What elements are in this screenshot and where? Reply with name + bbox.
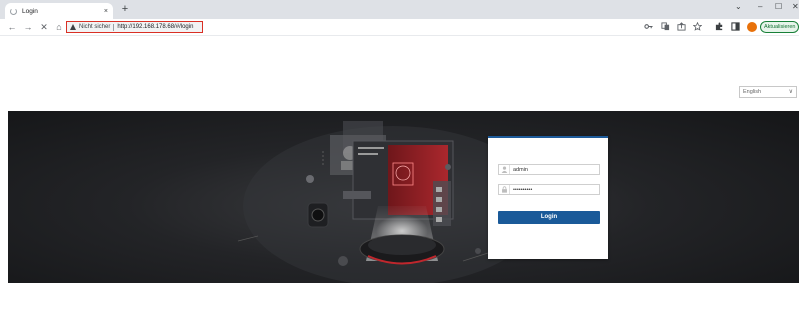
key-icon[interactable] xyxy=(643,22,653,32)
tab-close-icon[interactable]: × xyxy=(104,8,108,15)
translate-icon[interactable] xyxy=(660,22,670,32)
browser-tab[interactable]: Login × xyxy=(5,3,113,19)
new-tab-button[interactable]: + xyxy=(118,3,132,17)
lock-icon xyxy=(499,185,510,194)
tab-title: Login xyxy=(22,7,38,15)
page-footer-area xyxy=(0,283,799,333)
login-button[interactable]: Login xyxy=(498,211,600,224)
tab-strip: Login × + ⌄ – ☐ ✕ xyxy=(0,0,799,19)
puzzle-icon[interactable] xyxy=(714,22,724,32)
page-header-area xyxy=(0,36,799,111)
share-icon[interactable] xyxy=(676,22,686,32)
close-window-button[interactable]: ✕ xyxy=(792,2,799,11)
home-button[interactable]: ⌂ xyxy=(53,20,65,34)
language-selected: English xyxy=(743,89,762,95)
sidepanel-icon[interactable] xyxy=(730,22,740,32)
profile-avatar[interactable] xyxy=(747,22,757,32)
chevron-down-icon: ∨ xyxy=(788,89,793,95)
hero-banner xyxy=(8,111,799,283)
loading-spinner-icon xyxy=(10,7,17,15)
browser-toolbar: ← → ✕ ⌂ Nicht sicher http://192.168.178.… xyxy=(0,19,799,36)
login-card: Login xyxy=(488,136,608,259)
username-field[interactable] xyxy=(498,164,600,175)
update-button[interactable]: Aktualisieren xyxy=(760,21,799,33)
url-text[interactable]: http://192.168.178.68/#/login xyxy=(117,24,193,30)
back-button[interactable]: ← xyxy=(6,20,18,34)
address-bar[interactable]: Nicht sicher http://192.168.178.68/#/log… xyxy=(66,21,203,33)
face-recognition-illustration xyxy=(237,121,543,283)
password-field[interactable] xyxy=(498,184,600,195)
password-input[interactable] xyxy=(510,185,598,194)
stop-button[interactable]: ✕ xyxy=(38,20,50,34)
language-select[interactable]: English ∨ xyxy=(739,86,797,98)
security-indicator[interactable]: Nicht sicher xyxy=(79,24,110,30)
warning-icon xyxy=(70,24,76,30)
star-icon[interactable] xyxy=(692,21,702,32)
tab-search-icon[interactable]: ⌄ xyxy=(735,2,742,11)
forward-button[interactable]: → xyxy=(22,20,34,34)
username-input[interactable] xyxy=(510,165,598,174)
user-icon xyxy=(499,165,510,174)
omnibox-divider xyxy=(113,23,115,31)
minimize-button[interactable]: – xyxy=(758,2,762,11)
maximize-button[interactable]: ☐ xyxy=(775,2,782,11)
